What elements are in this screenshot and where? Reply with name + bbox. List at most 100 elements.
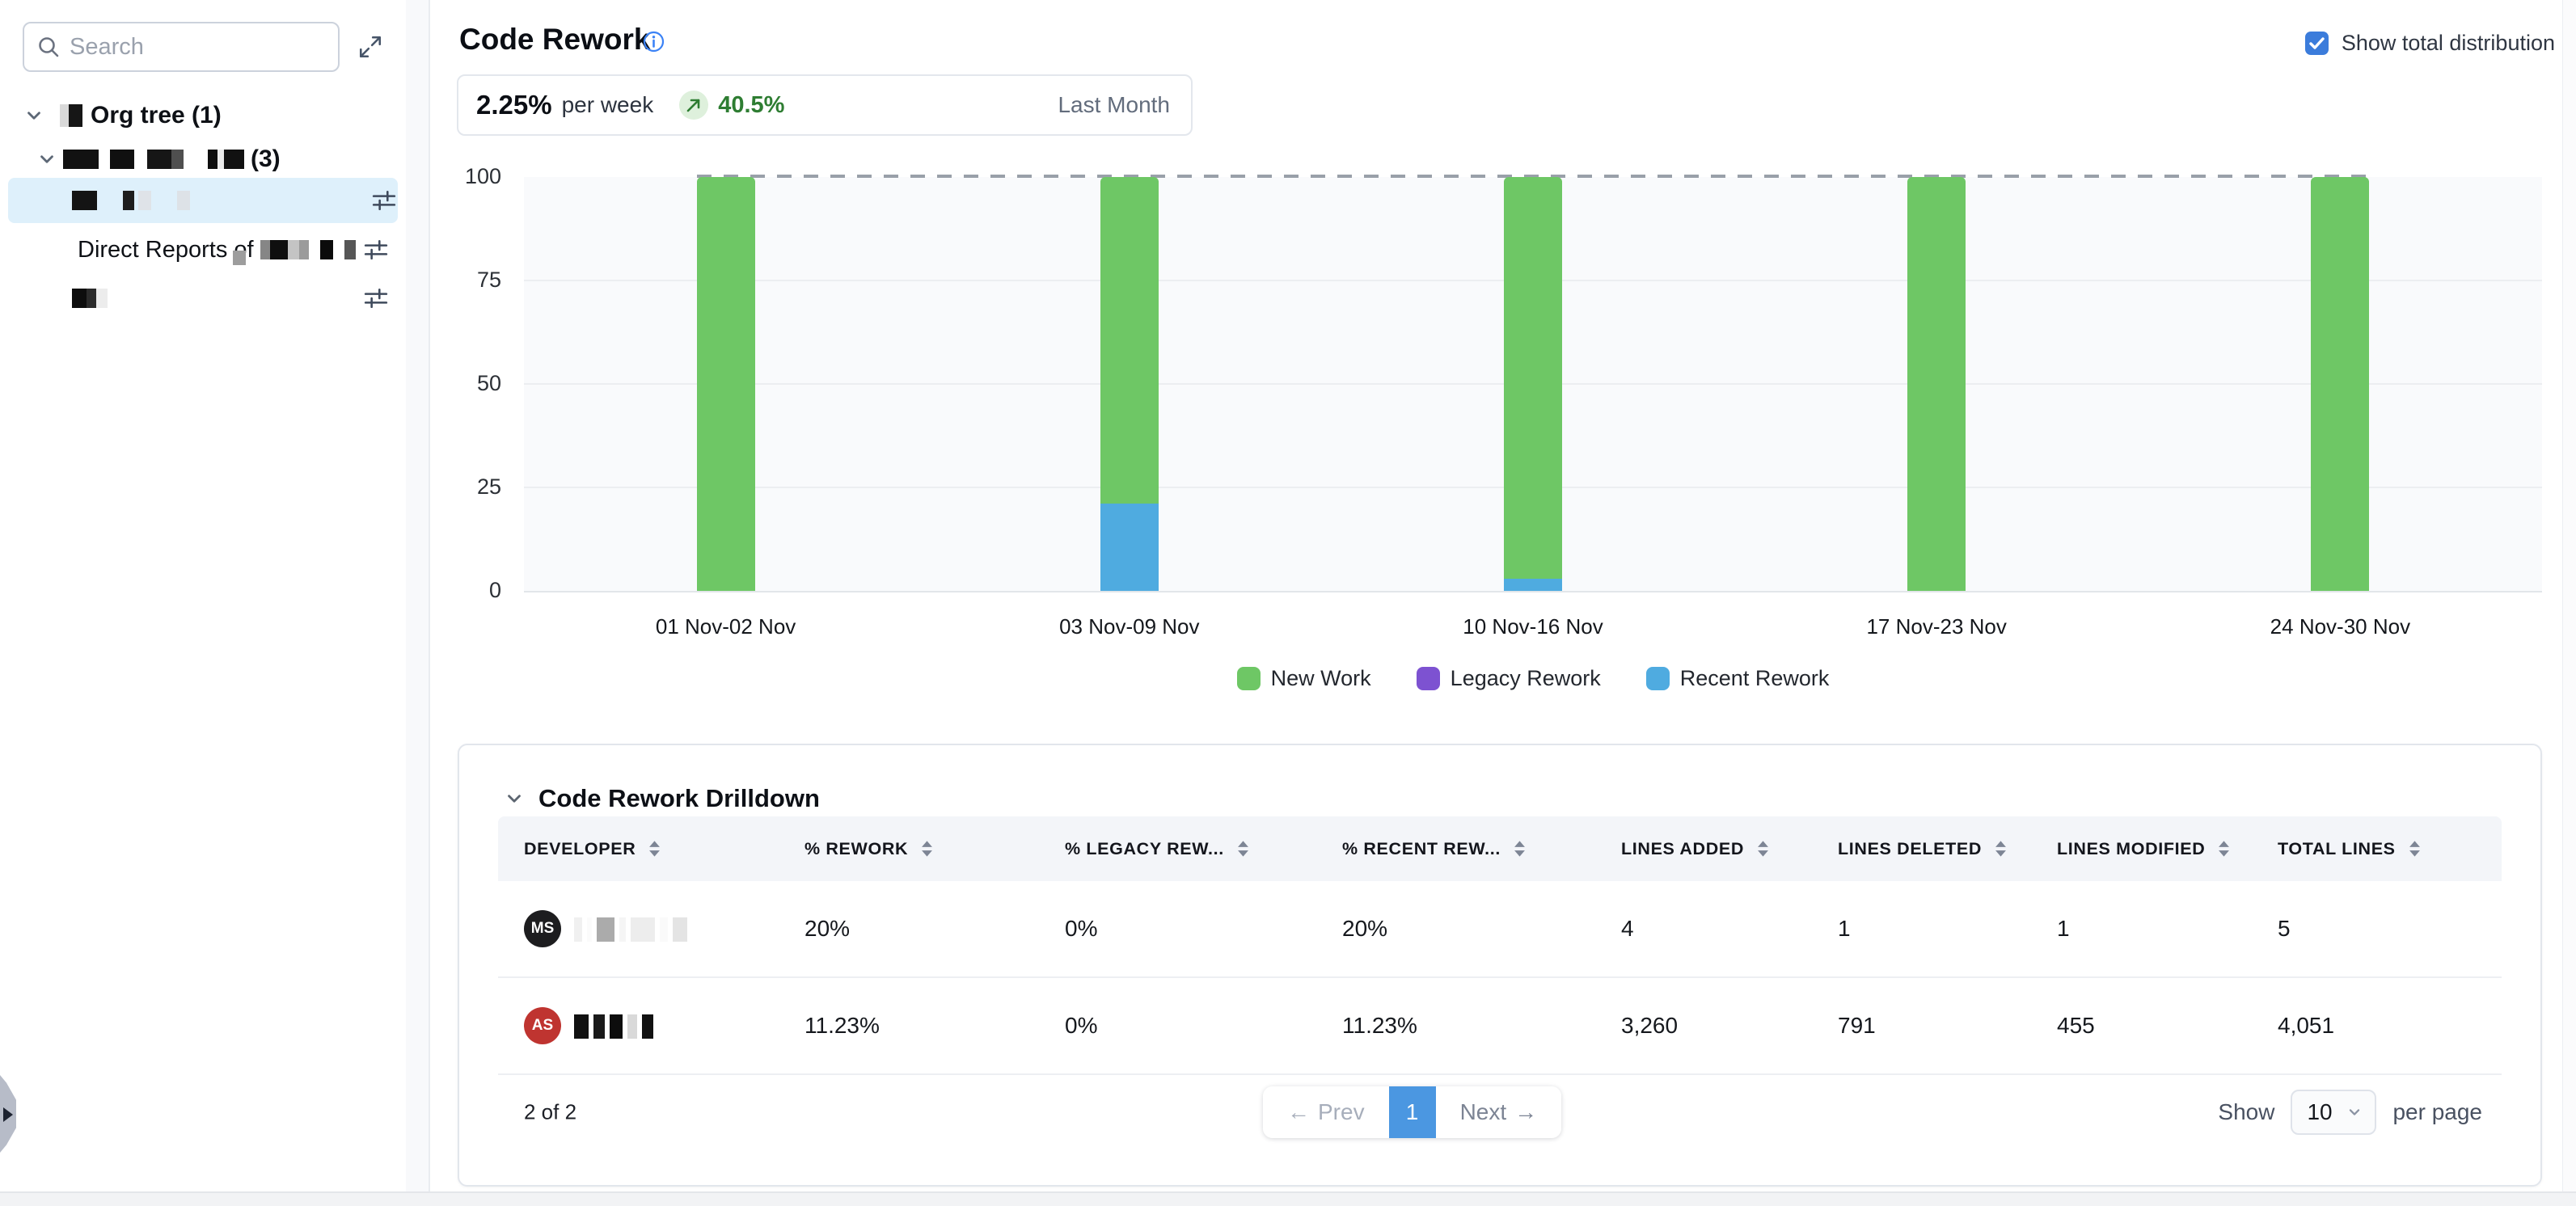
added-cell: 4 (1595, 916, 1812, 942)
column-header-lines-modified[interactable]: LINES MODIFIED (2031, 839, 2252, 859)
legend-label: New Work (1271, 666, 1371, 691)
column-header-label: DEVELOPER (524, 839, 636, 859)
column-header-lines-added[interactable]: LINES ADDED (1595, 839, 1812, 859)
redacted-text (233, 251, 246, 265)
bar-segment-new-work[interactable] (1100, 177, 1159, 504)
filter-icon[interactable] (364, 288, 388, 309)
column-header-rework[interactable]: % REWORK (779, 839, 1039, 859)
trend-up-icon (679, 91, 708, 120)
column-header-label: % LEGACY REW... (1065, 839, 1224, 859)
show-label: Show (2218, 1099, 2274, 1125)
sidebar-item-group[interactable]: (3) (36, 142, 281, 176)
sort-icon[interactable] (1995, 840, 2007, 858)
redacted-text (123, 191, 134, 210)
sort-icon[interactable] (1237, 840, 1249, 858)
sort-icon[interactable] (1514, 840, 1526, 858)
expand-sidebar-icon[interactable] (357, 34, 383, 60)
chevron-down-icon[interactable] (36, 148, 58, 171)
sidebar-item-org-tree[interactable]: Org tree (1) (23, 99, 222, 133)
legend-item-recent-rework[interactable]: Recent Rework (1646, 666, 1830, 691)
redacted-text (288, 240, 299, 259)
group-count: (3) (251, 145, 281, 173)
filter-icon[interactable] (372, 190, 396, 211)
table-row: MS20%0%20%4115 (498, 881, 2502, 978)
page-size-select[interactable]: 10 (2291, 1090, 2376, 1135)
bar-segment-new-work[interactable] (2311, 177, 2369, 591)
x-category-label: 17 Nov-23 Nov (1807, 614, 2066, 639)
rework-stats-card: 2.25% per week 40.5% Last Month (457, 74, 1193, 136)
column-header-label: LINES DELETED (1838, 839, 1982, 859)
arrow-left-icon: ← (1287, 1099, 1310, 1125)
show-total-distribution: Show total distribution (2305, 31, 2555, 56)
recent-cell: 11.23% (1316, 1013, 1595, 1039)
prev-button[interactable]: ←Prev (1263, 1086, 1389, 1138)
added-cell: 3,260 (1595, 1013, 1812, 1039)
legend-item-new-work[interactable]: New Work (1237, 666, 1371, 691)
legend-label: Legacy Rework (1451, 666, 1601, 691)
arrow-right-icon: → (1514, 1099, 1537, 1125)
show-total-checkbox[interactable] (2305, 32, 2329, 55)
sort-icon[interactable] (921, 840, 933, 858)
next-button[interactable]: Next→ (1436, 1086, 1562, 1138)
collapse-chevron-icon[interactable] (503, 787, 526, 810)
bar-01 Nov-02 Nov[interactable] (697, 177, 755, 591)
column-header-total-lines[interactable]: TOTAL LINES (2252, 839, 2502, 859)
deleted-cell: 791 (1812, 1013, 2031, 1039)
redacted-text (63, 150, 99, 169)
redacted-text (299, 240, 309, 259)
info-icon[interactable] (643, 31, 665, 53)
search-input[interactable] (68, 33, 314, 61)
search-box[interactable] (23, 22, 340, 72)
org-tree-label: Org tree (1) (91, 102, 222, 129)
sidebar-item-node[interactable] (0, 281, 406, 315)
table-footer: 2 of 2 ←Prev 1 Next→ Show 10 per page (498, 1075, 2502, 1149)
rework-cell: 20% (779, 916, 1039, 942)
bar-segment-new-work[interactable] (697, 177, 755, 591)
legend-item-legacy-rework[interactable]: Legacy Rework (1417, 666, 1601, 691)
rework-rate-unit: per week (562, 92, 654, 118)
x-category-label: 10 Nov-16 Nov (1404, 614, 1662, 639)
pagination: ←Prev 1 Next→ (1263, 1086, 1561, 1138)
rework-rate-value: 2.25% (476, 90, 552, 120)
y-tick-label: 25 (443, 474, 501, 500)
redacted-developer-name (574, 916, 692, 942)
redacted-text (138, 191, 151, 210)
sidebar-item-direct-reports[interactable]: Direct Reports of (0, 233, 406, 267)
sort-icon[interactable] (648, 840, 661, 858)
sort-icon[interactable] (1757, 840, 1769, 858)
legend-label: Recent Rework (1680, 666, 1830, 691)
page-1-button[interactable]: 1 (1389, 1086, 1436, 1138)
x-category-label: 03 Nov-09 Nov (1000, 614, 1259, 639)
column-header-lines-deleted[interactable]: LINES DELETED (1812, 839, 2031, 859)
table-row: AS11.23%0%11.23%3,2607914554,051 (498, 978, 2502, 1075)
sidebar-item-selected[interactable] (8, 178, 398, 223)
modified-cell: 1 (2031, 916, 2252, 942)
bar-segment-new-work[interactable] (1504, 177, 1562, 579)
redacted-text (208, 150, 217, 169)
column-header-developer[interactable]: DEVELOPER (498, 839, 779, 859)
plot-area (524, 177, 2542, 592)
column-header-recent-rew[interactable]: % RECENT REW... (1316, 839, 1595, 859)
table-header-row: DEVELOPER % REWORK % LEGACY REW... % RECENT… (498, 816, 2502, 881)
bar-segment-recent-rework[interactable] (1504, 579, 1562, 591)
x-category-label: 24 Nov-30 Nov (2211, 614, 2469, 639)
redacted-text (110, 150, 134, 169)
sort-icon[interactable] (2218, 840, 2230, 858)
horizontal-scrollbar[interactable] (0, 1191, 2576, 1206)
sort-icon[interactable] (2409, 840, 2421, 858)
column-header-legacy-rew[interactable]: % LEGACY REW... (1039, 839, 1316, 859)
chevron-down-icon[interactable] (23, 104, 45, 127)
bar-17 Nov-23 Nov[interactable] (1907, 177, 1966, 591)
bar-24 Nov-30 Nov[interactable] (2311, 177, 2369, 591)
vertical-scrollbar[interactable] (2562, 0, 2576, 1193)
sidebar-gutter (406, 0, 430, 1193)
bar-03 Nov-09 Nov[interactable] (1100, 177, 1159, 591)
column-header-label: LINES ADDED (1621, 839, 1744, 859)
search-icon (37, 36, 60, 58)
bar-segment-recent-rework[interactable] (1100, 504, 1159, 591)
bar-10 Nov-16 Nov[interactable] (1504, 177, 1562, 591)
filter-icon[interactable] (364, 239, 388, 260)
bar-segment-new-work[interactable] (1907, 177, 1966, 591)
legacy-cell: 0% (1039, 1013, 1316, 1039)
redacted-text (217, 150, 224, 169)
